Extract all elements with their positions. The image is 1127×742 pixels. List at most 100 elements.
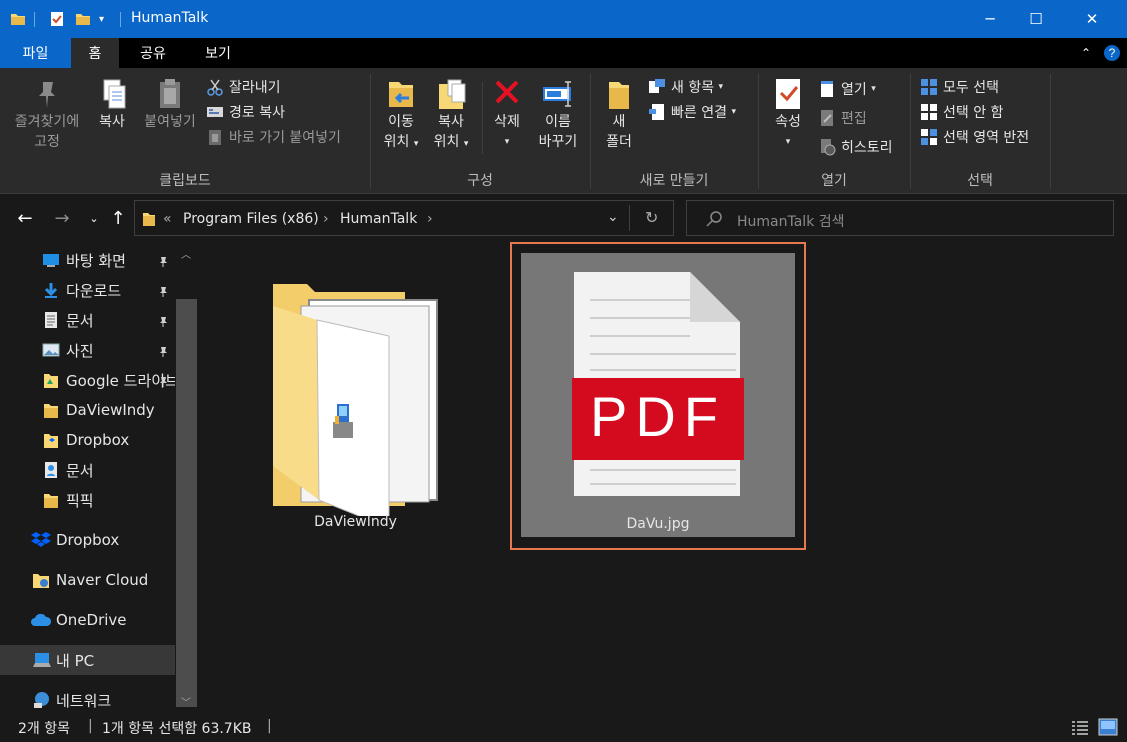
pin-quick-access-button[interactable]: 즐겨찾기에 고정 — [6, 76, 88, 152]
onedrive-cloud-icon — [31, 613, 51, 627]
dropdown-arrow-icon: ▾ — [731, 107, 736, 117]
svg-text:?: ? — [1109, 46, 1116, 60]
file-list-view: DaViewIndy PDF DaVu.jpg — [197, 242, 1127, 712]
large-icons-view-icon[interactable] — [1098, 718, 1118, 740]
move-to-icon — [389, 82, 413, 107]
pin-icon[interactable] — [157, 254, 169, 272]
select-none-button[interactable]: 선택 안 함 — [920, 100, 1003, 124]
breadcrumb-overflow[interactable]: « — [163, 211, 172, 227]
dropbox-icon — [31, 531, 51, 549]
breadcrumb-program-files[interactable]: Program Files (x86) — [183, 211, 319, 227]
paste-shortcut-button[interactable]: 바로 가기 붙여넣기 — [206, 125, 341, 149]
folder-icon — [43, 401, 59, 419]
nav-item-picpick[interactable]: 픽픽 — [0, 485, 175, 515]
history-button[interactable]: 히스토리 — [818, 135, 893, 159]
invert-selection-button[interactable]: 선택 영역 반전 — [920, 125, 1029, 149]
refresh-icon[interactable]: ↻ — [645, 208, 658, 227]
recent-locations-icon[interactable]: ⌄ — [82, 206, 106, 230]
nav-item-documents[interactable]: 문서 — [0, 305, 175, 335]
new-folder-quick-icon[interactable] — [75, 0, 91, 38]
address-bar[interactable]: « Program Files (x86) › HumanTalk › ⌄ ↻ — [134, 200, 674, 236]
folder-large-icon — [273, 284, 438, 529]
navigation-pane: 바탕 화면 다운로드 문서 사진 Google 드라이브 DaViewIndy … — [0, 242, 197, 712]
nav-item-desktop[interactable]: 바탕 화면 — [0, 245, 175, 275]
properties-quick-icon[interactable] — [49, 0, 65, 38]
cut-button[interactable]: 잘라내기 — [206, 75, 281, 99]
help-icon[interactable]: ? — [1100, 38, 1124, 68]
customize-quick-access-icon[interactable]: ▾ — [99, 0, 104, 38]
move-to-button[interactable]: 이동 위치 ▾ — [376, 76, 426, 154]
group-label-open: 열기 — [821, 173, 847, 189]
folder-icon — [10, 0, 26, 38]
back-arrow-icon[interactable]: ← — [13, 206, 37, 230]
minimize-button[interactable]: ─ — [967, 0, 1013, 38]
select-none-icon — [921, 104, 937, 120]
address-dropdown-icon[interactable]: ⌄ — [607, 209, 619, 225]
nav-item-naver-cloud[interactable]: Naver Cloud — [0, 565, 175, 595]
new-item-button[interactable]: 새 항목 ▾ — [648, 75, 723, 99]
group-label-select: 선택 — [967, 173, 993, 189]
properties-button[interactable]: 속성 ▾ — [764, 76, 812, 152]
nav-scrollbar[interactable]: ︿ ﹀ — [176, 242, 197, 712]
copy-to-icon — [439, 79, 466, 109]
pin-icon[interactable] — [157, 374, 169, 392]
easy-access-button[interactable]: 빠른 연결 ▾ — [648, 100, 736, 124]
open-button[interactable]: 열기 ▾ — [818, 77, 876, 101]
up-arrow-icon[interactable]: ↑ — [106, 206, 130, 230]
tab-home[interactable]: 홈 — [71, 38, 119, 68]
ribbon: 즐겨찾기에 고정 복사 붙여넣기 잘라내기 경로 복사 바로 가기 붙여넣기 클… — [0, 68, 1127, 194]
file-item-image-selected[interactable]: PDF DaVu.jpg — [510, 242, 806, 550]
edit-button[interactable]: 편집 — [818, 106, 867, 130]
paste-button[interactable]: 붙여넣기 — [138, 76, 202, 132]
nav-item-network[interactable]: 네트워크 — [0, 685, 175, 715]
copy-to-button[interactable]: 복사 위치 ▾ — [426, 76, 476, 154]
scroll-up-icon[interactable]: ︿ — [181, 246, 191, 261]
group-label-clipboard: 클립보드 — [159, 173, 211, 189]
close-button[interactable]: ✕ — [1069, 0, 1115, 38]
copy-path-button[interactable]: 경로 복사 — [206, 100, 285, 124]
tab-view[interactable]: 보기 — [186, 38, 250, 68]
new-folder-button[interactable]: 새 폴더 — [598, 76, 640, 152]
folder-icon — [43, 491, 59, 509]
nav-item-this-pc[interactable]: 내 PC — [0, 645, 175, 675]
tab-share[interactable]: 공유 — [121, 38, 185, 68]
nav-item-onedrive[interactable]: OneDrive — [0, 605, 175, 635]
file-item-folder[interactable]: DaViewIndy — [257, 266, 454, 556]
delete-button[interactable]: 삭제 ▾ — [484, 76, 530, 152]
search-placeholder: HumanTalk 검색 — [737, 214, 845, 230]
breadcrumb-separator[interactable]: › — [427, 211, 433, 227]
maximize-button[interactable]: ☐ — [1013, 0, 1059, 38]
breadcrumb-separator[interactable]: › — [323, 211, 329, 227]
nav-item-documents-2[interactable]: 문서 — [0, 455, 175, 485]
nav-item-downloads[interactable]: 다운로드 — [0, 275, 175, 305]
nav-item-dropbox-folder[interactable]: Dropbox — [0, 425, 175, 455]
edit-icon — [821, 110, 833, 126]
nav-item-pictures[interactable]: 사진 — [0, 335, 175, 365]
rename-button[interactable]: 이름 바꾸기 — [532, 76, 584, 152]
tab-file[interactable]: 파일 — [0, 38, 71, 68]
select-all-icon — [921, 79, 937, 95]
breadcrumb-humantalk[interactable]: HumanTalk — [340, 211, 417, 227]
status-selection: 1개 항목 선택함 63.7KB — [102, 721, 252, 737]
collapse-ribbon-icon[interactable]: ⌃ — [1076, 38, 1096, 68]
pin-icon[interactable] — [157, 284, 169, 302]
forward-arrow-icon[interactable]: → — [50, 206, 74, 230]
group-label-new: 새로 만들기 — [639, 173, 709, 189]
scroll-thumb[interactable] — [176, 299, 197, 707]
ribbon-tabs: 파일 홈 공유 보기 ⌃ ? — [0, 38, 1127, 68]
scroll-down-icon[interactable]: ﹀ — [181, 694, 191, 709]
select-all-button[interactable]: 모두 선택 — [920, 75, 999, 99]
nav-item-google-drive[interactable]: Google 드라이브 — [0, 365, 175, 395]
navigation-row: ← → ⌄ ↑ « Program Files (x86) › HumanTal… — [0, 194, 1127, 242]
dropdown-arrow-icon: ▾ — [718, 82, 724, 92]
pin-icon[interactable] — [157, 344, 169, 362]
nav-item-dropbox[interactable]: Dropbox — [0, 525, 175, 555]
paste-icon — [160, 79, 180, 108]
group-label-organize: 구성 — [467, 173, 493, 189]
pin-icon[interactable] — [157, 314, 169, 332]
nav-item-daviewindy[interactable]: DaViewIndy — [0, 395, 175, 425]
window-title: HumanTalk — [131, 10, 209, 26]
search-box[interactable]: HumanTalk 검색 — [686, 200, 1114, 236]
copy-button[interactable]: 복사 — [88, 76, 136, 132]
details-view-icon[interactable] — [1071, 720, 1089, 740]
